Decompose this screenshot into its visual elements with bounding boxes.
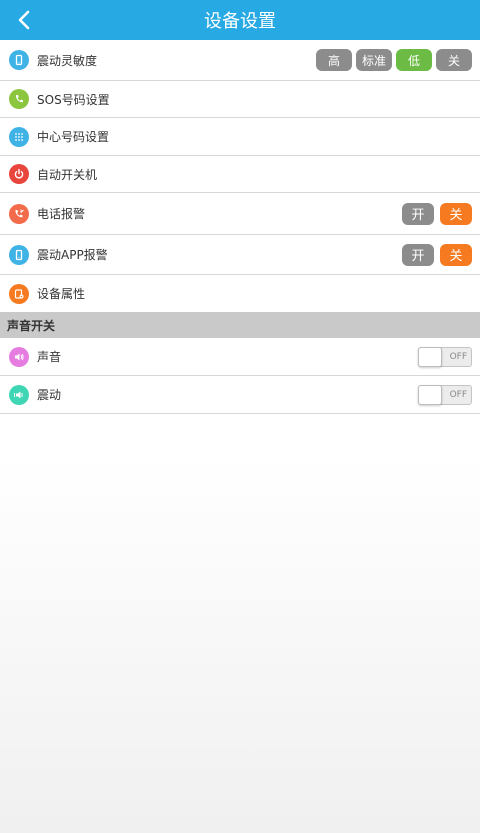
app-alarm-off-button[interactable]: 关 xyxy=(440,243,472,266)
sensitivity-segmented-control: 高 标准 低 关 xyxy=(315,40,472,80)
app-header: 设备设置 xyxy=(0,0,480,40)
back-button[interactable] xyxy=(8,4,40,36)
row-label: 自动开关机 xyxy=(37,167,98,182)
row-label: 声音 xyxy=(37,350,62,364)
row-vibration-sensitivity: 震动灵敏度 高 标准 低 关 xyxy=(0,40,480,81)
phone-icon xyxy=(9,244,29,265)
phone-icon xyxy=(9,50,29,70)
row-sound: 声音 OFF xyxy=(0,338,480,376)
row-app-alarm: 震动APP报警 开 关 xyxy=(0,235,480,275)
row-label: 震动APP报警 xyxy=(37,248,108,262)
app-alarm-on-button[interactable]: 开 xyxy=(402,243,434,266)
row-vibrate: 震动 OFF xyxy=(0,376,480,414)
phone-alarm-switch: 开 关 xyxy=(402,193,472,234)
chevron-left-icon xyxy=(18,10,30,30)
row-auto-power[interactable]: 自动开关机 xyxy=(0,156,480,193)
sound-toggle-wrap: OFF xyxy=(418,338,472,375)
phone-alarm-on-button[interactable]: 开 xyxy=(402,202,434,225)
row-label: 设备属性 xyxy=(37,287,86,301)
row-label: 中心号码设置 xyxy=(37,130,110,144)
phone-alarm-icon xyxy=(9,203,29,224)
vibrate-icon xyxy=(9,384,29,405)
keypad-icon xyxy=(9,126,29,147)
row-label: 震动 xyxy=(37,388,62,402)
row-label: 震动灵敏度 xyxy=(37,53,98,68)
row-center-number[interactable]: 中心号码设置 xyxy=(0,118,480,156)
toggle-state: OFF xyxy=(449,351,467,362)
row-label: 电话报警 xyxy=(37,207,86,221)
sensitivity-off-button[interactable]: 关 xyxy=(436,49,472,71)
phone-call-icon xyxy=(9,89,29,109)
row-phone-alarm: 电话报警 开 关 xyxy=(0,193,480,235)
page-title: 设备设置 xyxy=(204,11,276,32)
toggle-knob xyxy=(418,346,442,367)
toggle-state: OFF xyxy=(449,389,467,400)
speaker-icon xyxy=(9,346,29,367)
row-label: SOS号码设置 xyxy=(37,92,110,107)
device-properties-icon xyxy=(9,283,29,304)
row-sos-number[interactable]: SOS号码设置 xyxy=(0,81,480,118)
row-device-properties[interactable]: 设备属性 xyxy=(0,275,480,312)
phone-alarm-off-button[interactable]: 关 xyxy=(440,202,472,225)
toggle-knob xyxy=(418,384,442,405)
sensitivity-high-button[interactable]: 高 xyxy=(315,49,352,71)
vibrate-toggle[interactable]: OFF xyxy=(418,384,472,405)
sound-toggle[interactable]: OFF xyxy=(418,346,472,367)
power-icon xyxy=(9,164,29,184)
section-header-sound: 声音开关 xyxy=(0,312,480,338)
settings-list: 震动灵敏度 高 标准 低 关 SOS号码设置 中心号码设置 自动开关机 电话报警… xyxy=(0,40,480,414)
sensitivity-standard-button[interactable]: 标准 xyxy=(355,49,392,71)
sensitivity-low-button[interactable]: 低 xyxy=(396,49,432,71)
vibrate-toggle-wrap: OFF xyxy=(418,376,472,413)
app-alarm-switch: 开 关 xyxy=(402,235,472,274)
